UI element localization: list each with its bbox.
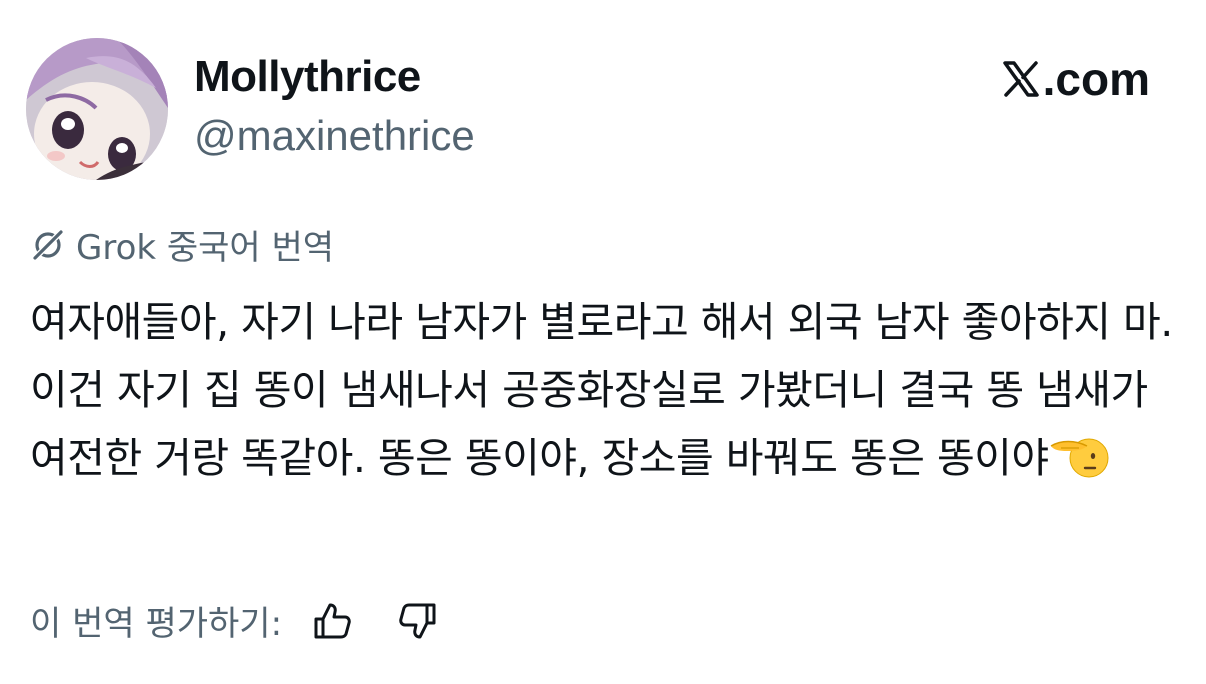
thumbs-down-icon[interactable] — [396, 599, 440, 643]
brand-watermark: .com — [1001, 52, 1150, 106]
translation-indicator: Grok 중국어 번역 — [30, 220, 334, 269]
translation-label: Grok 중국어 번역 — [76, 228, 335, 268]
post-text-content: 여자애들아, 자기 나라 남자가 별로라고 해서 외국 남자 좋아하지 마. 이… — [30, 298, 1173, 482]
avatar-image — [26, 38, 168, 180]
brand-label: .com — [1042, 53, 1150, 105]
post-card: Mollythrice @maxinethrice .com Grok 중국어 … — [0, 0, 1206, 684]
translation-rating: 이 번역 평가하기: — [30, 596, 440, 645]
author-display-name[interactable]: Mollythrice — [194, 52, 421, 102]
author-handle[interactable]: @maxinethrice — [194, 112, 475, 160]
saluting-face-emoji — [1050, 438, 1109, 478]
post-text: 여자애들아, 자기 나라 남자가 별로라고 해서 외국 남자 좋아하지 마. 이… — [30, 288, 1180, 492]
thumbs-up-icon[interactable] — [310, 599, 354, 643]
grok-icon — [31, 228, 65, 261]
x-logo-icon — [1002, 61, 1039, 97]
rating-label: 이 번역 평가하기: — [30, 604, 283, 644]
avatar[interactable] — [26, 38, 168, 180]
